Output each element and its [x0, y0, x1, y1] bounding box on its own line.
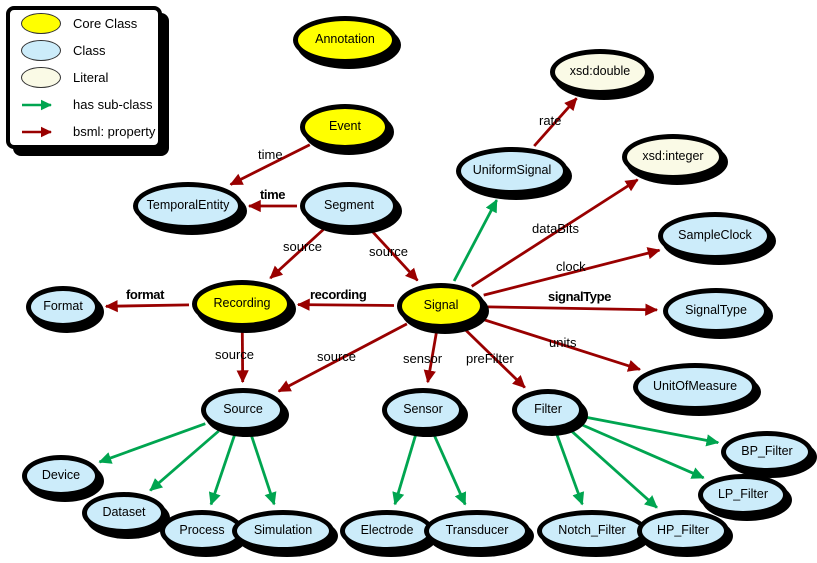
node-dataset[interactable]: Dataset: [82, 492, 166, 534]
core-class-swatch: [19, 13, 63, 34]
edge-label-prefilter: preFilter: [466, 351, 514, 366]
legend-label: Core Class: [73, 16, 138, 31]
edge-label-source: source: [317, 349, 357, 364]
edge-signal-to-recording: [296, 298, 395, 311]
edge-label-time: time: [260, 187, 286, 202]
node-transducer[interactable]: Transducer: [424, 510, 530, 552]
node-sensor[interactable]: Sensor: [382, 388, 464, 432]
node-lp-filter[interactable]: LP_Filter: [698, 474, 788, 516]
node-label: UnitOfMeasure: [652, 378, 738, 393]
node-label: Source: [223, 401, 263, 416]
legend-row: Class: [10, 37, 158, 64]
edge-sensor-to-electrode: [392, 434, 418, 506]
node-label: SignalType: [685, 302, 747, 317]
node-label: Device: [41, 467, 81, 482]
node-xsd-double[interactable]: xsd:double: [550, 49, 650, 95]
edge-label-clock: clock: [556, 259, 586, 274]
legend-label: bsml: property: [73, 124, 156, 139]
node-label: Annotation: [315, 31, 375, 46]
node-format[interactable]: Format: [26, 286, 100, 328]
node-signal[interactable]: Signal: [397, 283, 485, 329]
edge-label-rate: rate: [539, 113, 562, 128]
node-signaltype[interactable]: SignalType: [663, 288, 769, 334]
node-sampleclock[interactable]: SampleClock: [658, 212, 772, 260]
legend-row: bsml: property: [10, 118, 158, 145]
node-label: Segment: [323, 197, 375, 212]
node-label: Electrode: [360, 522, 414, 537]
node-label: Event: [329, 118, 361, 133]
edge-label-format: format: [126, 287, 165, 302]
node-label: Format: [43, 298, 83, 313]
node-label: SampleClock: [678, 227, 752, 242]
edge-sensor-to-transducer: [432, 433, 467, 506]
node-label: Dataset: [102, 504, 146, 519]
node-label: xsd:integer: [642, 148, 704, 163]
edge-filter-to-hp-filter: [569, 428, 658, 509]
edge-filter-to-bp-filter: [584, 415, 720, 447]
node-label: Notch_Filter: [558, 522, 626, 537]
edge-label-sensor: sensor: [403, 351, 443, 366]
edge-label-signaltype: signalType: [548, 289, 611, 304]
node-label: Signal: [423, 297, 459, 312]
node-label: LP_Filter: [717, 486, 769, 501]
edge-label-time: time: [258, 147, 283, 162]
node-annotation[interactable]: Annotation: [293, 16, 397, 64]
node-label: Recording: [213, 295, 271, 310]
edge-label-recording: recording: [310, 287, 367, 302]
edge-signal-to-signaltype: [487, 303, 659, 316]
node-temporalentity[interactable]: TemporalEntity: [133, 182, 243, 230]
class-swatch: [19, 40, 63, 61]
edge-source-to-process: [208, 434, 237, 506]
legend-row: Core Class: [10, 10, 158, 37]
node-label: TemporalEntity: [146, 197, 230, 212]
node-hp-filter[interactable]: HP_Filter: [637, 510, 729, 552]
legend-label: Class: [73, 43, 106, 58]
edge-label-source: source: [215, 347, 255, 362]
node-xsd-integer[interactable]: xsd:integer: [622, 134, 724, 180]
edge-label-units: units: [549, 335, 577, 350]
legend-row: Literal: [10, 64, 158, 91]
subclass-arrow-swatch: [19, 99, 63, 111]
edge-recording-to-format: [104, 299, 190, 313]
node-label: Process: [179, 522, 225, 537]
node-label: BP_Filter: [741, 443, 793, 458]
node-notch-filter[interactable]: Notch_Filter: [537, 510, 647, 552]
edge-label-databits: dataBits: [532, 221, 579, 236]
node-recording[interactable]: Recording: [192, 280, 292, 328]
node-label: Transducer: [445, 522, 509, 537]
property-arrow-swatch: [19, 126, 63, 138]
diagram-canvas: Annotation Event TemporalEntity Segment Form…: [0, 0, 817, 563]
node-event[interactable]: Event: [300, 104, 390, 150]
edge-filter-to-notch-filter: [555, 432, 585, 506]
node-bp-filter[interactable]: BP_Filter: [721, 431, 813, 473]
legend-panel: Core Class Class Literal has sub-class bsml:…: [6, 6, 162, 149]
node-label: Simulation: [253, 522, 313, 537]
node-label: HP_Filter: [656, 522, 710, 537]
node-source[interactable]: Source: [201, 388, 285, 432]
node-uniformsignal[interactable]: UniformSignal: [456, 147, 568, 195]
legend-row: has sub-class: [10, 91, 158, 118]
node-electrode[interactable]: Electrode: [340, 510, 434, 552]
node-label: Sensor: [403, 401, 443, 416]
node-label: Filter: [534, 401, 562, 416]
node-label: UniformSignal: [472, 162, 552, 177]
edge-label-source: source: [369, 244, 409, 259]
node-device[interactable]: Device: [22, 455, 100, 497]
literal-swatch: [19, 67, 63, 88]
edge-label-source: source: [283, 239, 323, 254]
node-segment[interactable]: Segment: [300, 182, 398, 230]
node-filter[interactable]: Filter: [512, 389, 584, 431]
node-simulation[interactable]: Simulation: [232, 510, 334, 552]
node-unitofmeasure[interactable]: UnitOfMeasure: [633, 363, 757, 411]
edge-source-to-simulation: [249, 434, 277, 506]
legend-label: has sub-class: [73, 97, 153, 112]
node-label: xsd:double: [569, 63, 631, 78]
edge-signal-to-uniformsignal: [452, 199, 498, 282]
edge-filter-to-lp-filter: [579, 422, 705, 480]
legend-label: Literal: [73, 70, 109, 85]
